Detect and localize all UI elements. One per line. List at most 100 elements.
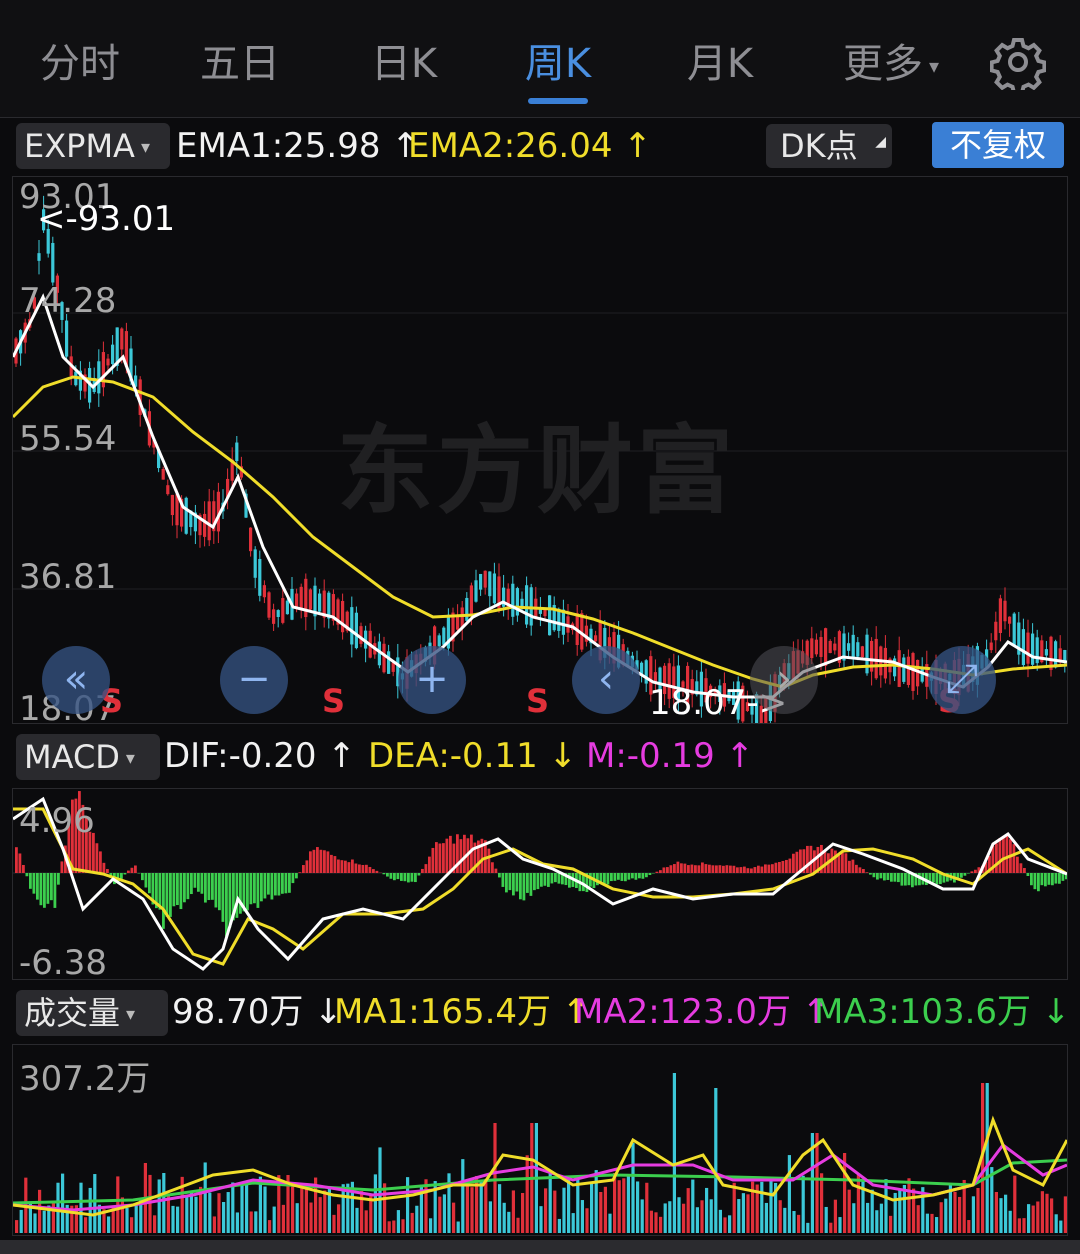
candle-body — [814, 639, 818, 655]
volume-header: 成交量 ▾ 98.70万 ↓ MA1:165.4万 ↑ MA2:123.0万 ↑ … — [0, 988, 1080, 1038]
macd-bar — [200, 873, 204, 894]
macd-bar — [459, 839, 463, 873]
candle-body — [856, 642, 860, 657]
indicator-selector-volume[interactable]: 成交量 ▾ — [16, 990, 168, 1036]
tab-more[interactable]: 更多 ▾ — [826, 36, 956, 92]
macd-bar — [683, 863, 687, 873]
chevron-left-icon[interactable]: ‹ — [572, 646, 640, 714]
macd-bar — [893, 873, 897, 882]
zoom-in-icon[interactable]: + — [398, 646, 466, 714]
dea-text: DEA:-0.11 — [368, 736, 538, 776]
indicator-selector-macd[interactable]: MACD ▾ — [16, 734, 160, 780]
bottom-scrollbar[interactable] — [0, 1240, 1080, 1254]
volume-bar — [176, 1206, 180, 1233]
volume-bar — [452, 1202, 456, 1233]
macd-bar — [102, 862, 106, 873]
macd-axis-label-max: 4.96 — [19, 801, 95, 841]
macd-bar — [53, 873, 57, 908]
macd-bar — [361, 865, 365, 873]
volume-bar — [410, 1212, 414, 1233]
volume-bar — [235, 1212, 239, 1233]
macd-bar — [106, 869, 109, 873]
dif-value: DIF:-0.20 ↑ — [164, 734, 356, 778]
candle-body — [354, 612, 358, 649]
macd-bar — [739, 867, 743, 873]
volume-bar — [1045, 1193, 1049, 1233]
tab-weekly-k[interactable]: 周K — [508, 36, 608, 92]
macd-bar — [99, 851, 102, 873]
volume-bar — [603, 1186, 607, 1233]
volume-bar — [373, 1174, 377, 1233]
macd-bar — [1002, 835, 1005, 873]
macd-bar — [1030, 873, 1033, 886]
macd-bar — [414, 873, 417, 883]
macd-bar — [508, 873, 512, 891]
dif-arrow-icon: ↑ — [327, 736, 356, 776]
chevron-right-icon[interactable]: › — [750, 646, 818, 714]
macd-chart[interactable]: 4.96 -6.38 — [12, 788, 1068, 981]
candle-body — [437, 635, 441, 647]
volume-bar — [820, 1173, 824, 1233]
volume-bar — [364, 1210, 368, 1233]
volume-bar — [737, 1199, 741, 1233]
candle-body — [1044, 649, 1048, 656]
candle-body — [483, 570, 487, 588]
volume-bar — [258, 1176, 262, 1233]
macd-bar — [743, 866, 746, 873]
tab-monthly-k[interactable]: 月K — [670, 36, 770, 92]
volume-bar — [700, 1200, 704, 1233]
macd-bar — [274, 873, 277, 896]
macd-bar — [669, 865, 673, 873]
double-left-icon[interactable]: « — [42, 646, 110, 714]
macd-header: MACD ▾ DIF:-0.20 ↑ DEA:-0.11 ↓ M:-0.19 ↑ — [0, 732, 1080, 782]
corner-triangle-icon: ◢ — [875, 134, 886, 150]
volume-chart[interactable]: 307.2万 — [12, 1044, 1068, 1236]
macd-bar — [540, 873, 543, 887]
candle-body — [285, 600, 289, 615]
volume-bar — [553, 1190, 557, 1233]
tab-daily-k[interactable]: 日K — [354, 36, 454, 92]
macd-bar — [393, 873, 396, 881]
indicator-selector-main[interactable]: EXPMA ▾ — [16, 123, 170, 169]
indicator-selector-macd-label: MACD — [24, 738, 120, 776]
volume-bar — [691, 1179, 695, 1233]
macd-bar — [662, 867, 666, 873]
price-adjust-button[interactable]: 不复权 — [932, 122, 1064, 168]
volume-bar — [668, 1201, 672, 1233]
macd-bar — [645, 873, 648, 878]
candle-body — [911, 653, 915, 691]
volume-bar — [870, 1189, 874, 1233]
dk-point-button[interactable]: DK点 ◢ — [766, 124, 892, 168]
macd-bar — [424, 864, 428, 873]
macd-bar — [333, 856, 337, 873]
volume-bar — [387, 1221, 391, 1233]
expand-icon[interactable]: ⤢ — [928, 646, 996, 714]
macd-bar — [620, 873, 624, 881]
volume-bar — [797, 1214, 801, 1233]
gear-icon[interactable] — [990, 34, 1046, 90]
macd-bar — [442, 843, 445, 873]
candle-body — [479, 573, 483, 590]
volume-bar — [502, 1202, 506, 1233]
candle-body — [387, 651, 391, 674]
macd-bar — [960, 873, 963, 878]
macd-bar — [543, 873, 547, 886]
ma2-text: MA2:123.0万 — [574, 992, 792, 1032]
volume-bar — [249, 1211, 253, 1233]
macd-bar — [522, 873, 526, 901]
volume-bar — [470, 1187, 474, 1233]
tab-intraday[interactable]: 分时 — [30, 36, 130, 92]
zoom-out-icon[interactable]: − — [220, 646, 288, 714]
kline-chart[interactable]: 东方财富 93.01 74.28 55.54 36.81 18.07 <-93.… — [12, 176, 1068, 727]
volume-bar — [38, 1189, 42, 1233]
macd-bar — [967, 873, 970, 874]
macd-bar — [270, 873, 274, 900]
volume-bar — [148, 1174, 152, 1233]
macd-bar — [872, 873, 876, 878]
macd-bar — [848, 860, 851, 873]
volume-bar — [130, 1217, 134, 1233]
volume-bar — [856, 1173, 860, 1233]
tab-five-day[interactable]: 五日 — [190, 36, 290, 92]
volume-bar — [212, 1216, 216, 1233]
macd-bar — [309, 851, 312, 873]
